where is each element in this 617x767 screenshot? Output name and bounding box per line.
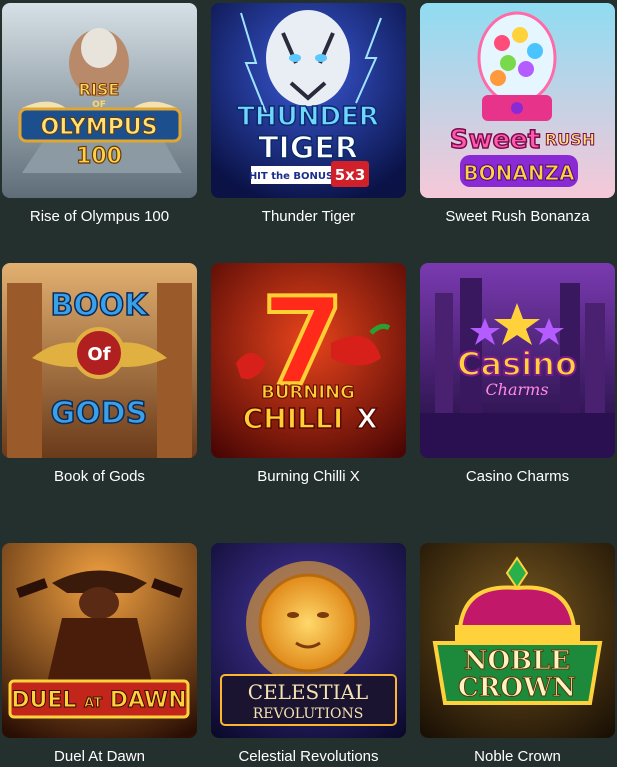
burning-chilli-x-artwork: 7 BURNING CHILLI X [211, 263, 406, 458]
game-title[interactable]: Duel At Dawn [2, 748, 197, 766]
svg-text:CROWN: CROWN [458, 673, 576, 703]
sweet-rush-bonanza-artwork: Sweet RUSH BONANZA [420, 3, 615, 198]
rise-of-olympus-artwork: RISE OF OLYMPUS 100 [2, 3, 197, 198]
svg-text:100: 100 [76, 144, 122, 169]
svg-text:THUNDER: THUNDER [237, 102, 379, 132]
game-card-burning-chilli-x[interactable]: 7 BURNING CHILLI X Burning Chilli X [211, 263, 406, 486]
svg-text:Sweet: Sweet [450, 125, 540, 155]
game-card-casino-charms[interactable]: Casino Charms Casino Charms [420, 263, 615, 486]
svg-text:5x3: 5x3 [335, 166, 366, 184]
game-card-sweet-rush-bonanza[interactable]: Sweet RUSH BONANZA Sweet Rush Bonanza [420, 3, 615, 226]
game-grid: RISE OF OLYMPUS 100 Rise of Olympus 100 [0, 0, 617, 767]
svg-text:BURNING: BURNING [261, 382, 355, 403]
game-title[interactable]: Celestial Revolutions [211, 748, 406, 766]
game-title[interactable]: Noble Crown [420, 748, 615, 766]
svg-text:CELESTIAL: CELESTIAL [248, 680, 368, 704]
game-card-thunder-tiger[interactable]: THUNDER TIGER HIT the BONUS 5x3 Thunder … [211, 3, 406, 226]
svg-text:Charms: Charms [485, 380, 548, 399]
game-thumbnail[interactable]: Sweet RUSH BONANZA [420, 3, 615, 198]
svg-text:X: X [356, 402, 378, 435]
svg-text:Of: Of [87, 344, 110, 365]
game-thumbnail[interactable]: RISE OF OLYMPUS 100 [2, 3, 197, 198]
game-card-book-of-gods[interactable]: BOOK Of GODS Book of Gods [2, 263, 197, 486]
game-thumbnail[interactable]: Casino Charms [420, 263, 615, 458]
svg-text:NOBLE: NOBLE [464, 646, 571, 676]
noble-crown-artwork: NOBLE CROWN [420, 543, 615, 738]
game-title[interactable]: Casino Charms [420, 468, 615, 486]
game-thumbnail[interactable]: BOOK Of GODS [2, 263, 197, 458]
game-title[interactable]: Sweet Rush Bonanza [420, 208, 615, 226]
svg-text:HIT the BONUS: HIT the BONUS [249, 171, 333, 182]
duel-at-dawn-artwork: DUEL AT DAWN [2, 543, 197, 738]
svg-text:Casino: Casino [457, 345, 577, 383]
game-thumbnail[interactable]: THUNDER TIGER HIT the BONUS 5x3 [211, 3, 406, 198]
svg-text:RISE: RISE [79, 80, 120, 99]
game-thumbnail[interactable]: 7 BURNING CHILLI X [211, 263, 406, 458]
svg-text:GODS: GODS [51, 396, 148, 431]
svg-text:BOOK: BOOK [50, 288, 149, 323]
thunder-tiger-artwork: THUNDER TIGER HIT the BONUS 5x3 [211, 3, 406, 198]
game-title[interactable]: Thunder Tiger [211, 208, 406, 226]
svg-text:REVOLUTIONS: REVOLUTIONS [253, 706, 364, 722]
celestial-revolutions-artwork: CELESTIAL REVOLUTIONS [211, 543, 406, 738]
svg-text:OLYMPUS: OLYMPUS [41, 115, 158, 140]
game-title[interactable]: Burning Chilli X [211, 468, 406, 486]
game-thumbnail[interactable]: NOBLE CROWN [420, 543, 615, 738]
game-card-duel-at-dawn[interactable]: DUEL AT DAWN Duel At Dawn [2, 543, 197, 766]
svg-text:TIGER: TIGER [258, 131, 358, 166]
book-of-gods-artwork: BOOK Of GODS [2, 263, 197, 458]
game-card-rise-of-olympus-100[interactable]: RISE OF OLYMPUS 100 Rise of Olympus 100 [2, 3, 197, 226]
game-thumbnail[interactable]: CELESTIAL REVOLUTIONS [211, 543, 406, 738]
casino-charms-artwork: Casino Charms [420, 263, 615, 458]
svg-text:BONANZA: BONANZA [463, 161, 575, 185]
svg-text:RUSH: RUSH [545, 130, 595, 149]
game-thumbnail[interactable]: DUEL AT DAWN [2, 543, 197, 738]
svg-text:CHILLI: CHILLI [243, 402, 344, 435]
game-title[interactable]: Book of Gods [2, 468, 197, 486]
game-card-noble-crown[interactable]: NOBLE CROWN Noble Crown [420, 543, 615, 766]
game-title[interactable]: Rise of Olympus 100 [2, 208, 197, 226]
game-card-celestial-revolutions[interactable]: CELESTIAL REVOLUTIONS Celestial Revoluti… [211, 543, 406, 766]
